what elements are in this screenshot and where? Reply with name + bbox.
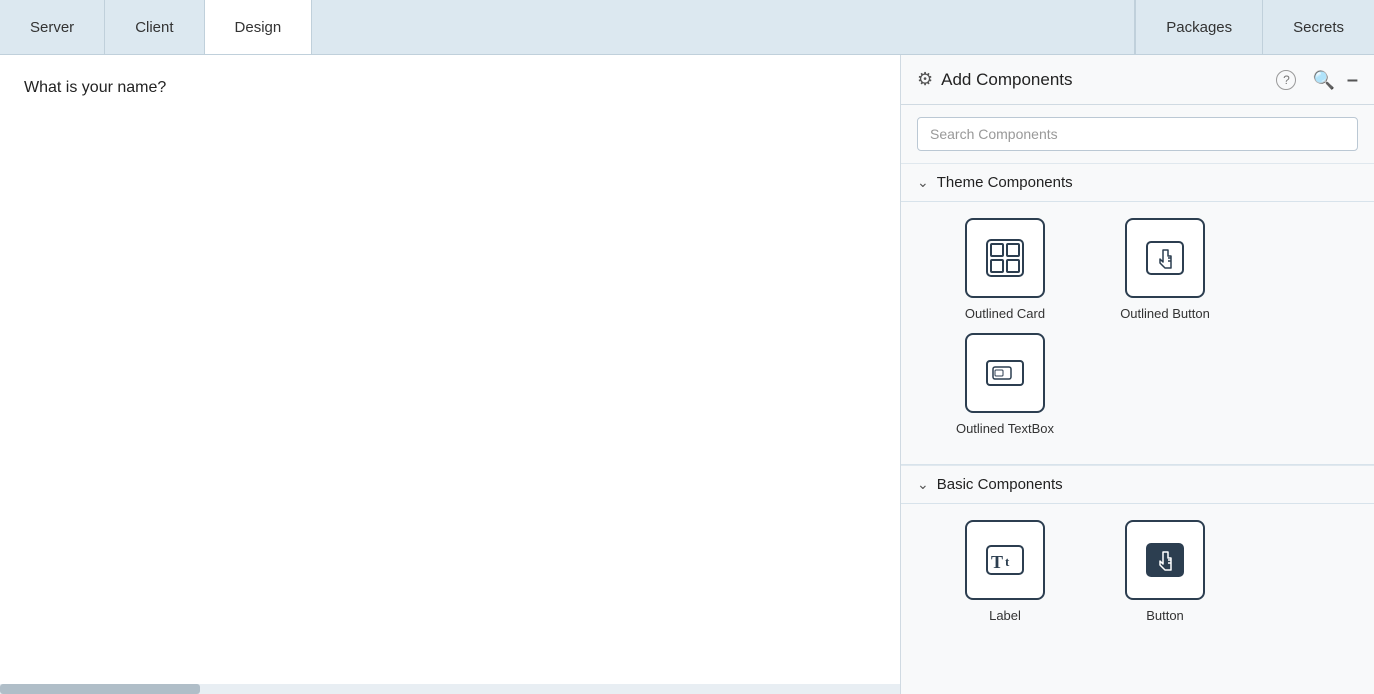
label-component-label: Label <box>989 608 1021 623</box>
outlined-card-icon-box <box>965 218 1045 298</box>
section-title-basic: Basic Components <box>937 476 1063 493</box>
button-svg <box>1143 538 1187 582</box>
nav-spacer <box>312 0 1134 54</box>
outlined-textbox-icon-box <box>965 333 1045 413</box>
tab-design[interactable]: Design <box>205 0 313 54</box>
tab-server[interactable]: Server <box>0 0 105 54</box>
section-title-theme: Theme Components <box>937 174 1073 191</box>
outlined-card-label: Outlined Card <box>965 306 1045 321</box>
theme-component-grid: Outlined Card Outlined Button <box>901 202 1374 464</box>
main-layout: What is your name? ⚙ Add Components ? 🔍 … <box>0 55 1374 694</box>
basic-component-grid: T t Label <box>901 504 1374 651</box>
search-icon[interactable]: 🔍 <box>1312 71 1334 89</box>
canvas-text: What is your name? <box>24 79 876 97</box>
tab-packages[interactable]: Packages <box>1135 0 1262 54</box>
panel-content: ⌄ Theme Components <box>901 163 1374 694</box>
panel-header: ⚙ Add Components ? 🔍 – <box>901 55 1374 105</box>
canvas-scrollbar[interactable] <box>0 684 900 694</box>
svg-text:t: t <box>1005 554 1010 569</box>
panel-header-actions: 🔍 – <box>1312 70 1358 90</box>
outlined-button-icon-box <box>1125 218 1205 298</box>
nav-right: Packages Secrets <box>1134 0 1374 54</box>
canvas-area[interactable]: What is your name? <box>0 55 900 694</box>
help-button[interactable]: ? <box>1276 70 1296 90</box>
component-item-label[interactable]: T t Label <box>925 520 1085 623</box>
minimize-icon[interactable]: – <box>1347 70 1358 90</box>
right-panel: ⚙ Add Components ? 🔍 – ⌄ Theme Component… <box>900 55 1374 694</box>
section-header-basic[interactable]: ⌄ Basic Components <box>901 465 1374 503</box>
panel-title: Add Components <box>941 70 1268 90</box>
tab-client[interactable]: Client <box>105 0 204 54</box>
section-header-theme[interactable]: ⌄ Theme Components <box>901 163 1374 201</box>
outlined-button-label: Outlined Button <box>1120 306 1210 321</box>
search-bar <box>901 105 1374 163</box>
outlined-textbox-label: Outlined TextBox <box>956 421 1054 436</box>
component-item-outlined-card[interactable]: Outlined Card <box>925 218 1085 321</box>
svg-text:T: T <box>991 552 1003 572</box>
label-svg: T t <box>983 538 1027 582</box>
search-input[interactable] <box>917 117 1358 151</box>
top-nav: Server Client Design Packages Secrets <box>0 0 1374 55</box>
outlined-button-svg <box>1143 236 1187 280</box>
component-item-outlined-button[interactable]: Outlined Button <box>1085 218 1245 321</box>
outlined-card-svg <box>983 236 1027 280</box>
chevron-down-icon-basic: ⌄ <box>917 476 929 493</box>
component-item-outlined-textbox[interactable]: Outlined TextBox <box>925 333 1085 436</box>
wrench-icon: ⚙ <box>917 69 933 90</box>
button-component-label: Button <box>1146 608 1184 623</box>
label-icon-box: T t <box>965 520 1045 600</box>
chevron-down-icon-theme: ⌄ <box>917 174 929 191</box>
component-item-button[interactable]: Button <box>1085 520 1245 623</box>
button-icon-box <box>1125 520 1205 600</box>
outlined-textbox-svg <box>983 351 1027 395</box>
tab-secrets[interactable]: Secrets <box>1262 0 1374 54</box>
canvas-scrollbar-thumb[interactable] <box>0 684 200 694</box>
